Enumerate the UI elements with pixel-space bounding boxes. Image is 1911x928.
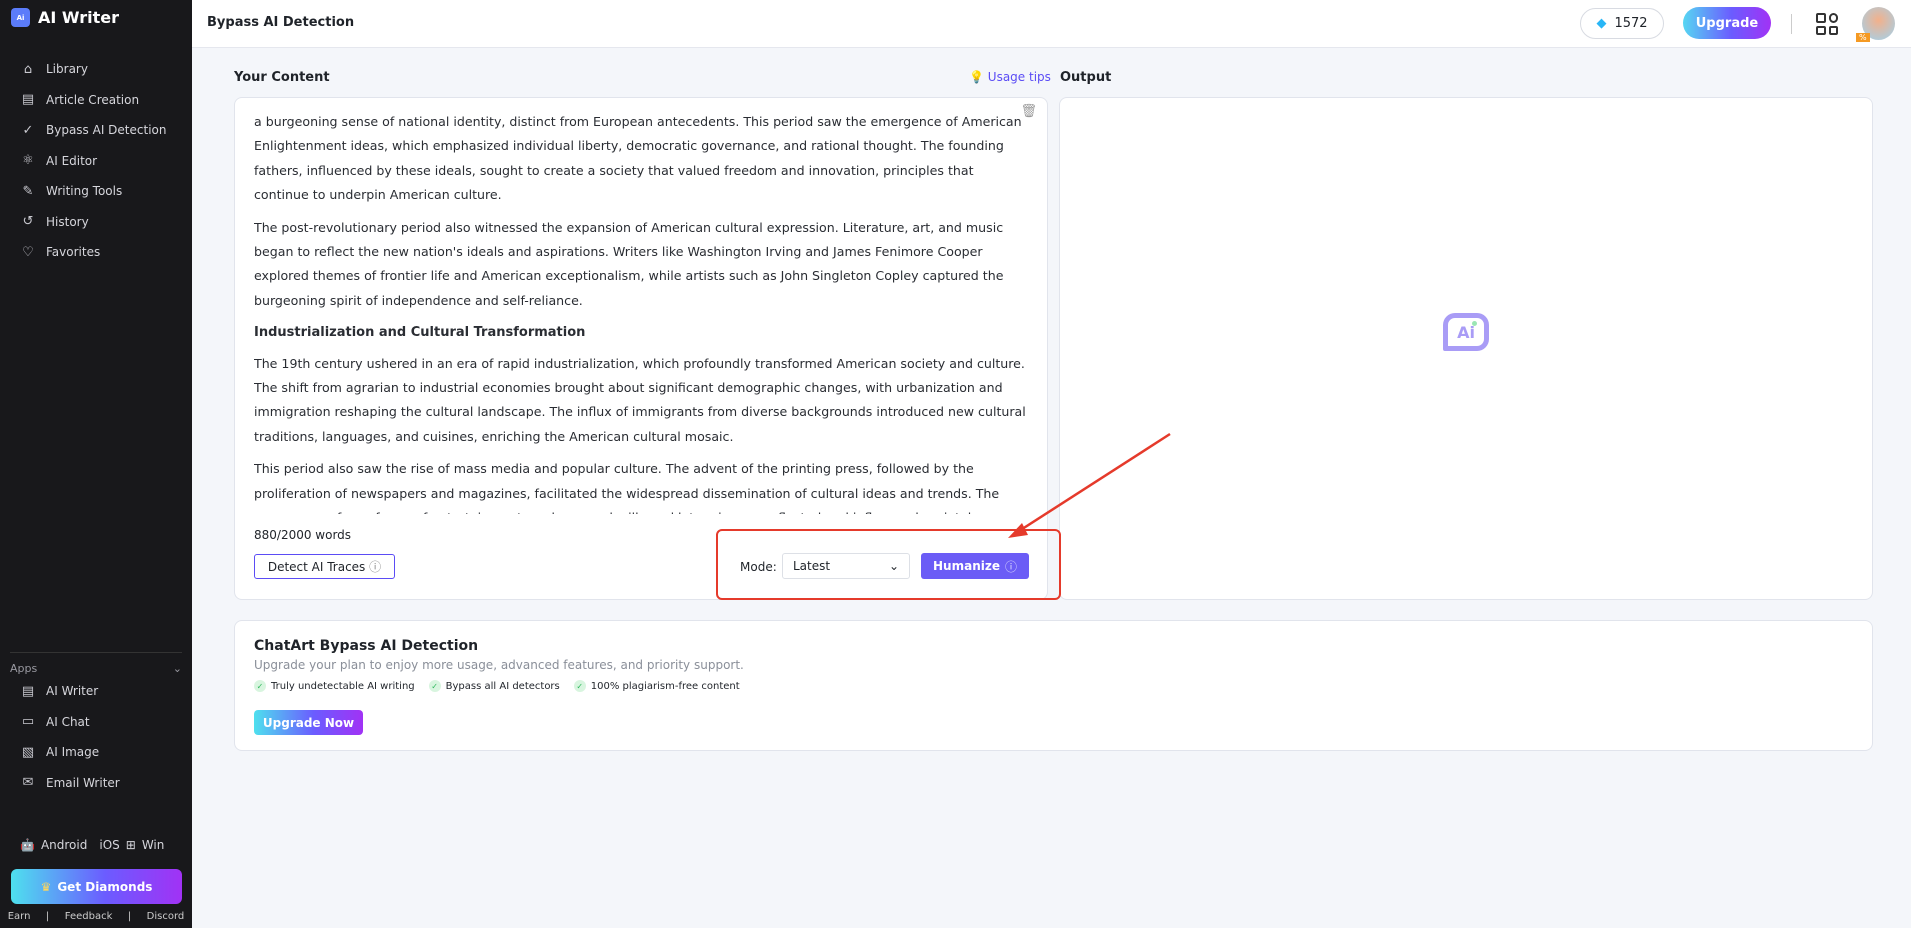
check-icon: ✓ [573,680,586,692]
promo-title: ChatArt Bypass AI Detection [254,638,479,654]
promo-feature-label: Bypass all AI detectors [445,680,560,692]
promo-subtitle: Upgrade your plan to enjoy more usage, a… [254,658,744,672]
promo-feature: ✓ Truly undetectable AI writing [254,680,415,692]
promo-features: ✓ Truly undetectable AI writing ✓ Bypass al… [254,680,740,692]
upgrade-now-button[interactable]: Upgrade Now [254,710,363,735]
promo-feature-label: 100% plagiarism-free content [590,680,740,692]
promo-card: ChatArt Bypass AI Detection Upgrade your… [234,620,1873,751]
promo-feature-label: Truly undetectable AI writing [271,680,415,692]
check-icon: ✓ [428,680,441,692]
promo-feature: ✓ 100% plagiarism-free content [573,680,740,692]
promo-feature: ✓ Bypass all AI detectors [428,680,560,692]
annotation-arrow [1008,432,1171,538]
check-icon: ✓ [254,680,266,692]
